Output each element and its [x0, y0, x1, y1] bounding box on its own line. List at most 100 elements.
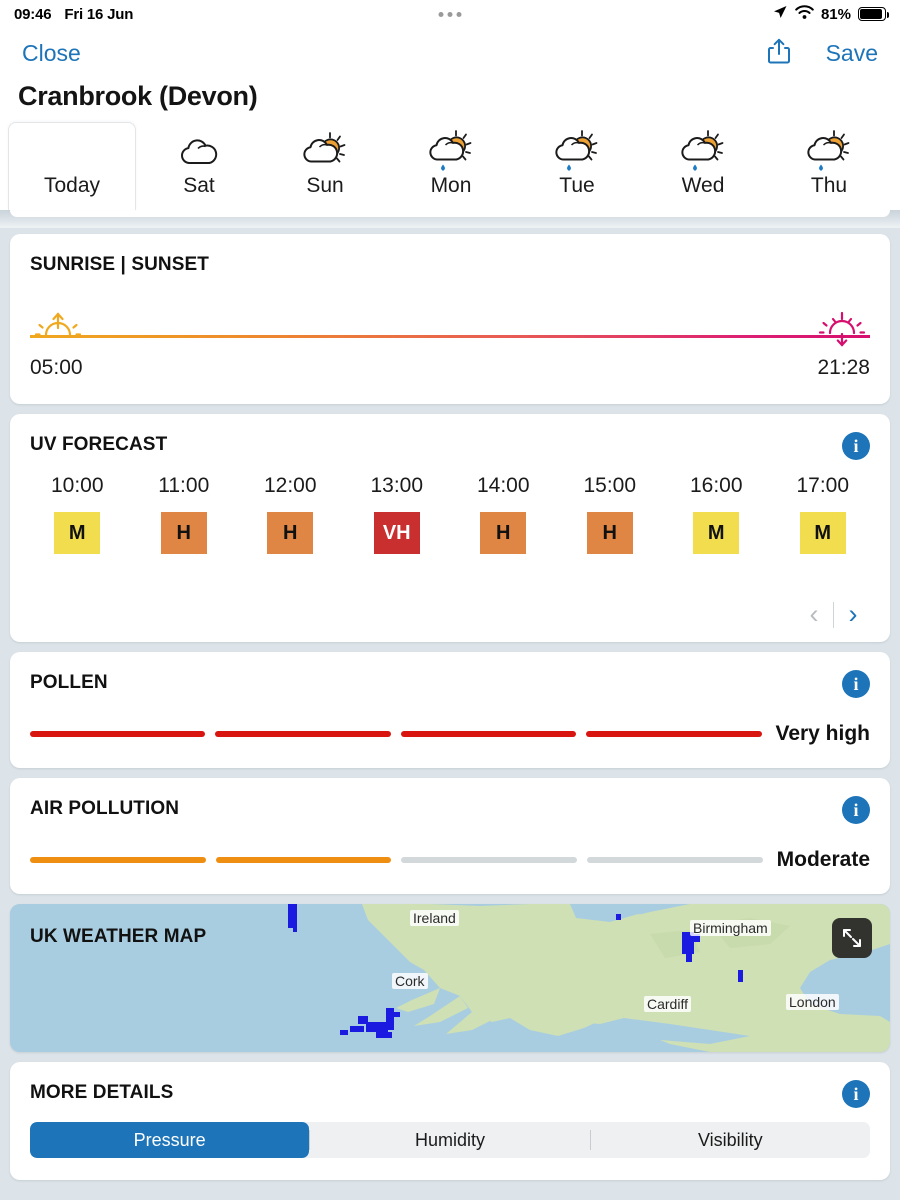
uv-hour-time: 11:00 [158, 474, 210, 497]
info-icon[interactable]: i [842, 1080, 870, 1108]
grabber-dots-icon [438, 11, 462, 17]
air-pollution-card: AIR POLLUTION i Moderate [10, 778, 890, 894]
status-bar-right: 81% [772, 4, 890, 24]
uv-next-button[interactable]: › [834, 601, 872, 628]
sunset-time: 21:28 [817, 356, 870, 379]
uv-hours-row: 10:00 M 11:00 H 12:00 H 13:00 VH 14:00 H… [24, 474, 876, 554]
day-tab-label: Wed [681, 174, 725, 197]
uv-level-chip: H [586, 512, 633, 554]
status-bar: 09:46 Fri 16 Jun 81% [0, 0, 900, 28]
uv-level-chip: H [160, 512, 207, 554]
uv-hour-cell: 12:00 H [237, 474, 344, 554]
sunrise-icon [32, 310, 84, 349]
more-details-card: MORE DETAILS i Pressure Humidity Visibil… [10, 1062, 890, 1180]
uv-level-chip: M [693, 512, 740, 554]
sunset-icon [816, 308, 868, 353]
status-bar-left: 09:46 Fri 16 Jun [14, 6, 133, 23]
day-tab-wed[interactable]: Wed [640, 122, 766, 210]
page-title: Cranbrook (Devon) [0, 78, 900, 122]
day-tab-label: Sat [183, 174, 215, 197]
nav-bar: Close Save [0, 28, 900, 78]
sunrise-sunset-times: 05:00 21:28 [30, 356, 870, 380]
day-tab-label: Today [43, 174, 101, 197]
day-tab-today[interactable]: Today [8, 122, 136, 210]
uv-level-chip: VH [373, 512, 420, 554]
more-details-segmented-control: Pressure Humidity Visibility [30, 1122, 870, 1158]
pollen-segment [215, 731, 391, 737]
pollen-value: Very high [775, 722, 870, 745]
info-icon[interactable]: i [842, 670, 870, 698]
nav-bar-right: Save [766, 37, 878, 70]
status-date: Fri 16 Jun [64, 5, 134, 23]
day-tab-mon[interactable]: Mon [388, 122, 514, 210]
sun-cloud-rain-icon [804, 130, 854, 174]
uv-hour-cell: 10:00 M [24, 474, 131, 554]
pollen-segment [586, 731, 762, 737]
pollen-card: POLLEN i Very high [10, 652, 890, 768]
uv-level-chip: H [267, 512, 314, 554]
sunrise-sunset-title: SUNRISE | SUNSET [30, 254, 210, 275]
day-tabs: Today Sat Sun Mon Tue Wed Thu [0, 122, 900, 210]
daylight-gradient-line [30, 335, 870, 338]
dot [447, 11, 453, 17]
uv-pagination: ‹ › [795, 601, 872, 628]
uv-level-chip: M [54, 512, 101, 554]
content-scroll-area[interactable]: SUNRISE | SUNSET 05:00 21:28 UV FORECAST… [0, 228, 900, 1200]
uv-hour-time: 16:00 [689, 474, 743, 497]
close-button[interactable]: Close [22, 40, 81, 67]
uk-weather-map-card[interactable]: UK WEATHER MAP Ireland Cork Birmingham C… [10, 904, 890, 1052]
day-tab-label: Sun [306, 174, 344, 197]
map-city-label: Cork [392, 973, 428, 989]
uv-forecast-card: UV FORECAST i 10:00 M 11:00 H 12:00 H 13… [10, 414, 890, 642]
scroll-edge-strip [0, 210, 900, 228]
location-arrow-icon [772, 4, 788, 24]
uv-hour-time: 10:00 [50, 474, 104, 497]
air-pollution-segment [215, 857, 392, 863]
uv-hour-cell: 14:00 H [450, 474, 557, 554]
info-icon[interactable]: i [842, 796, 870, 824]
day-tab-sat[interactable]: Sat [136, 122, 262, 210]
map-city-label: Birmingham [690, 920, 771, 936]
pollen-segment [30, 731, 206, 737]
uv-hour-time: 13:00 [370, 474, 424, 497]
uv-hour-cell: 13:00 VH [344, 474, 451, 554]
uk-weather-map-title: UK WEATHER MAP [30, 926, 207, 947]
uv-hour-time: 15:00 [583, 474, 637, 497]
uv-hour-cell: 15:00 H [557, 474, 664, 554]
battery-full-icon [858, 7, 890, 21]
day-tab-sun[interactable]: Sun [262, 122, 388, 210]
uv-level-chip: M [799, 512, 846, 554]
air-pollution-meter-bars [30, 857, 763, 863]
tab-humidity[interactable]: Humidity [310, 1122, 589, 1158]
sun-cloud-rain-icon [552, 130, 602, 174]
sunrise-sunset-track [30, 310, 870, 349]
pollen-title: POLLEN [30, 672, 108, 693]
status-time: 09:46 [14, 5, 52, 23]
day-tab-label: Thu [810, 174, 848, 197]
day-tab-tue[interactable]: Tue [514, 122, 640, 210]
tab-pressure[interactable]: Pressure [30, 1122, 310, 1158]
day-tab-thu[interactable]: Thu [766, 122, 892, 210]
sun-cloud-rain-icon [426, 130, 476, 174]
uv-hour-cell: 11:00 H [131, 474, 238, 554]
expand-icon[interactable] [832, 918, 872, 958]
battery-percent: 81% [820, 5, 851, 23]
cloud-icon [176, 130, 222, 174]
pollen-segment [400, 731, 577, 737]
air-pollution-title: AIR POLLUTION [30, 798, 180, 819]
uv-level-chip: H [480, 512, 527, 554]
pollen-meter-bars [30, 731, 762, 737]
tab-visibility[interactable]: Visibility [591, 1122, 870, 1158]
air-pollution-meter-row: Moderate [30, 848, 870, 872]
dot [438, 11, 444, 17]
info-icon[interactable]: i [842, 432, 870, 460]
map-city-label: London [786, 994, 839, 1010]
dot [456, 11, 462, 17]
share-icon[interactable] [766, 37, 792, 70]
uv-forecast-title: UV FORECAST [30, 434, 168, 455]
air-pollution-segment [586, 857, 763, 863]
day-tab-label: Tue [559, 174, 595, 197]
save-button[interactable]: Save [826, 40, 878, 67]
uv-prev-button[interactable]: ‹ [795, 601, 833, 628]
more-details-title: MORE DETAILS [30, 1082, 174, 1103]
